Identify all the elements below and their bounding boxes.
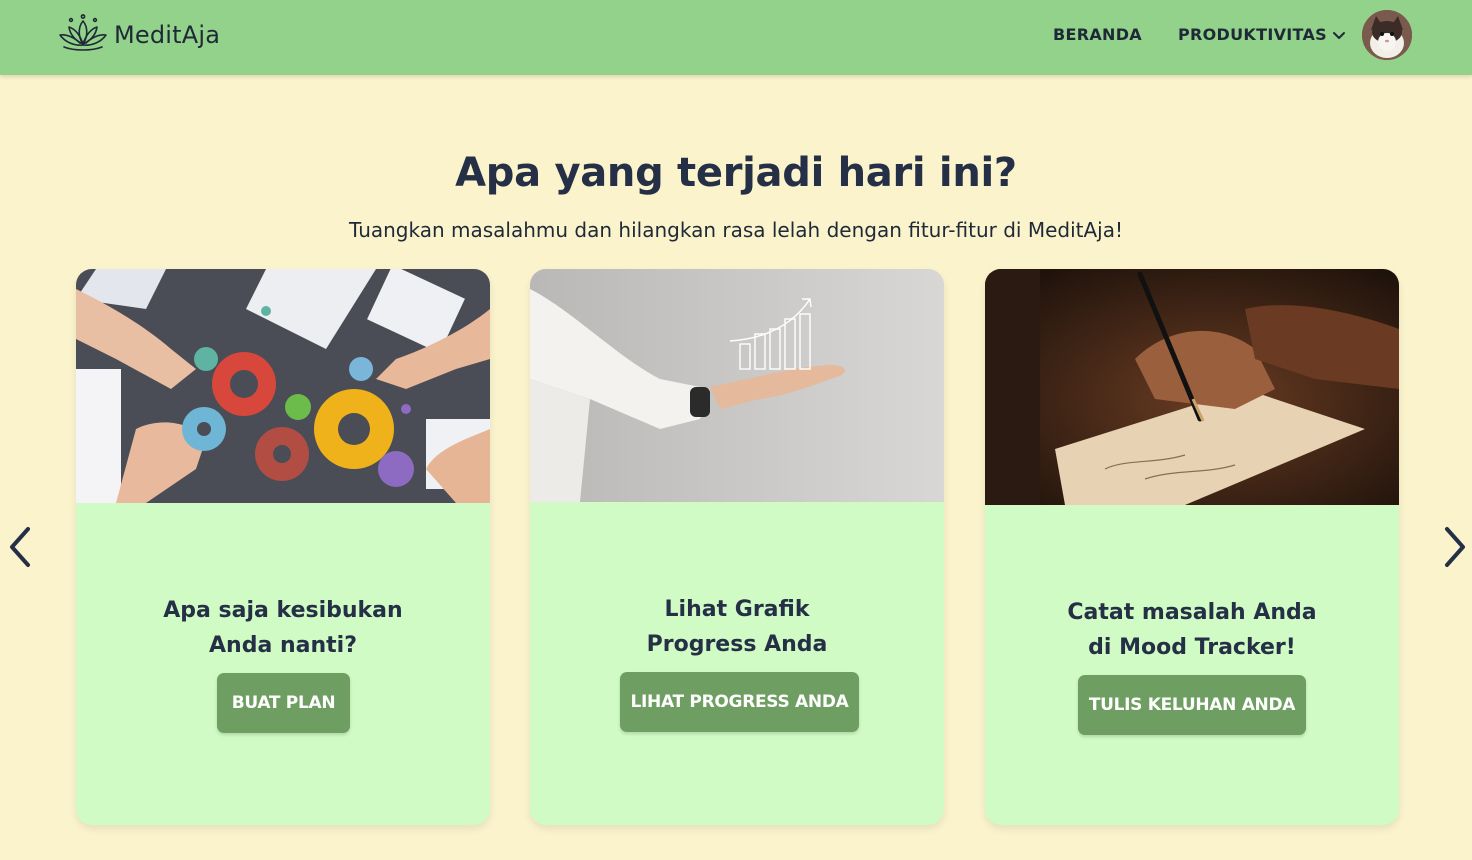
carousel-next-button[interactable] xyxy=(1440,525,1470,569)
chevron-left-icon xyxy=(5,527,35,573)
page-title: Apa yang terjadi hari ini? xyxy=(455,150,1017,196)
feature-card-progress: Lihat Grafik Progress Anda LIHAT PROGRES… xyxy=(530,269,944,825)
chevron-right-icon xyxy=(1440,527,1470,573)
card-image-growth-chart xyxy=(530,269,944,506)
nav-produktivitas-dropdown[interactable]: PRODUKTIVITAS xyxy=(1178,25,1347,44)
card-text-line2: Anda nanti? xyxy=(209,633,357,658)
feature-card-mood-tracker: Catat masalah Anda di Mood Tracker! TULI… xyxy=(985,269,1399,825)
page-subtitle: Tuangkan masalahmu dan hilangkan rasa le… xyxy=(349,218,1123,242)
lotus-logo-icon xyxy=(56,13,110,57)
card-text: Catat masalah Anda di Mood Tracker! xyxy=(985,595,1399,665)
brand-name: MeditAja xyxy=(114,21,221,49)
card-text: Lihat Grafik Progress Anda xyxy=(530,592,944,662)
nav-produktivitas-label: PRODUKTIVITAS xyxy=(1178,25,1328,44)
tulis-keluhan-button[interactable]: TULIS KELUHAN ANDA xyxy=(1078,675,1306,735)
navbar: MeditAja BERANDA PRODUKTIVITAS xyxy=(0,0,1472,75)
brand-logo[interactable]: MeditAja xyxy=(56,14,220,56)
card-image-writing xyxy=(985,269,1399,509)
card-text-line2: di Mood Tracker! xyxy=(1088,635,1296,660)
card-image-gears xyxy=(76,269,490,507)
user-avatar[interactable] xyxy=(1362,10,1412,60)
feature-card-plan: Apa saja kesibukan Anda nanti? BUAT PLAN xyxy=(76,269,490,825)
lihat-progress-button[interactable]: LIHAT PROGRESS ANDA xyxy=(620,672,859,732)
card-text-line1: Catat masalah Anda xyxy=(1067,600,1317,625)
card-text-line1: Apa saja kesibukan xyxy=(163,598,403,623)
carousel-prev-button[interactable] xyxy=(5,525,35,569)
chevron-down-icon xyxy=(1331,27,1347,43)
nav-beranda[interactable]: BERANDA xyxy=(1053,25,1142,44)
card-text-line2: Progress Anda xyxy=(646,632,828,657)
card-text: Apa saja kesibukan Anda nanti? xyxy=(76,593,490,663)
buat-plan-button[interactable]: BUAT PLAN xyxy=(217,673,350,733)
card-text-line1: Lihat Grafik xyxy=(664,597,810,622)
